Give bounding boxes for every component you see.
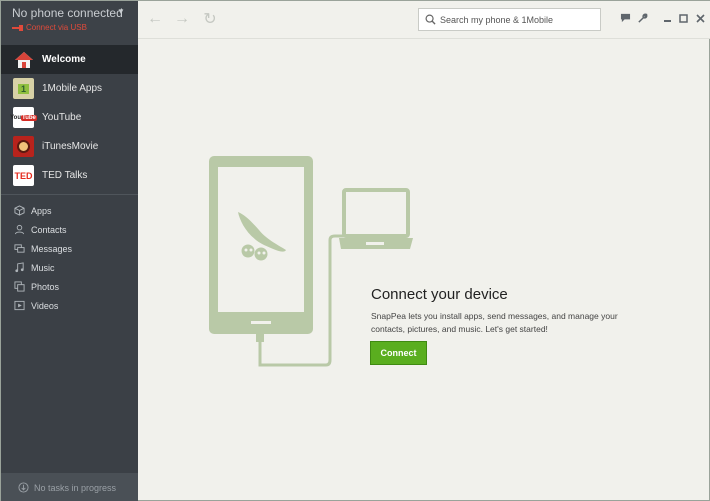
phone-selector[interactable]: No phone connected ▼ Connect via USB (1, 1, 138, 45)
home-icon (13, 49, 34, 70)
photos-icon (14, 281, 25, 292)
youtube-icon-tube: Tube (21, 114, 37, 121)
sidebar-item-label: iTunesMovie (42, 141, 99, 152)
play-icon (14, 300, 25, 311)
sidebar-item-label: Videos (31, 300, 59, 311)
top-toolbar: ← → ↻ (138, 1, 710, 39)
sidebar: No phone connected ▼ Connect via USB Wel… (1, 1, 138, 501)
usb-icon (12, 24, 23, 31)
connect-usb-link[interactable]: Connect via USB (12, 23, 87, 32)
app-window: No phone connected ▼ Connect via USB Wel… (0, 0, 710, 501)
search-box[interactable] (418, 8, 601, 31)
phone-status-title[interactable]: No phone connected (12, 6, 123, 20)
wrench-settings-icon[interactable] (635, 11, 649, 25)
sidebar-item-photos[interactable]: Photos (1, 277, 138, 296)
minimize-icon[interactable] (660, 11, 674, 25)
sidebar-item-contacts[interactable]: Contacts (1, 220, 138, 239)
connect-title: Connect your device (371, 286, 508, 303)
phone-laptop-illustration (209, 156, 413, 367)
ted-icon: TED (13, 165, 34, 186)
sidebar-item-videos[interactable]: Videos (1, 296, 138, 315)
connect-usb-label[interactable]: Connect via USB (26, 23, 87, 32)
sidebar-item-messages[interactable]: Messages (1, 239, 138, 258)
sidebar-item-label: Music (31, 262, 55, 273)
maximize-icon[interactable] (676, 11, 690, 25)
sidebar-item-label: Apps (31, 205, 52, 216)
sidebar-item-youtube[interactable]: YouTube YouTube (1, 103, 138, 132)
sidebar-item-label: Messages (31, 243, 73, 254)
music-icon (14, 262, 25, 273)
sidebar-item-label: YouTube (42, 112, 82, 123)
sidebar-divider (1, 194, 138, 195)
connect-description: SnapPea lets you install apps, send mess… (371, 311, 618, 334)
chat-icon (14, 243, 25, 254)
welcome-panel: Connect your device SnapPea lets you ins… (138, 40, 710, 501)
download-icon (18, 482, 29, 493)
connect-button[interactable]: Connect (370, 341, 427, 365)
sidebar-item-itunesmovie[interactable]: iTunesMovie (1, 132, 138, 161)
youtube-icon-you: You (10, 114, 21, 121)
back-arrow-icon[interactable]: ← (146, 10, 164, 28)
youtube-icon: YouTube (10, 107, 37, 128)
sidebar-item-1mobile-apps[interactable]: 1 1Mobile Apps (1, 74, 138, 103)
sidebar-item-label: Photos (31, 281, 60, 292)
itunesmovie-icon (13, 136, 34, 157)
cube-icon (14, 205, 25, 216)
sidebar-item-label: TED Talks (42, 170, 88, 181)
forward-arrow-icon[interactable]: → (173, 10, 191, 28)
sidebar-item-label: Welcome (42, 54, 86, 65)
feedback-chat-icon[interactable] (618, 11, 632, 25)
sidebar-item-ted-talks[interactable]: TED TED Talks (1, 161, 138, 190)
sidebar-device-nav: Apps Contacts Messages Music Photos Vide… (1, 201, 138, 315)
person-icon (14, 224, 25, 235)
sidebar-item-welcome[interactable]: Welcome (1, 45, 138, 74)
sidebar-item-music[interactable]: Music (1, 258, 138, 277)
search-input[interactable] (440, 14, 600, 25)
sidebar-item-label: 1Mobile Apps (42, 83, 103, 94)
close-icon[interactable] (693, 11, 707, 25)
sidebar-primary-nav: Welcome 1 1Mobile Apps YouTube YouTube i… (1, 45, 138, 190)
1mobile-icon-text: 1 (17, 83, 29, 94)
chevron-down-icon[interactable]: ▼ (117, 7, 125, 16)
reload-icon[interactable]: ↻ (201, 10, 219, 28)
1mobile-icon: 1 (13, 78, 34, 99)
search-icon (425, 14, 436, 25)
tasks-status-bar[interactable]: No tasks in progress (1, 473, 138, 501)
sidebar-item-apps[interactable]: Apps (1, 201, 138, 220)
tasks-status-label: No tasks in progress (34, 482, 117, 493)
sidebar-item-label: Contacts (31, 224, 67, 235)
